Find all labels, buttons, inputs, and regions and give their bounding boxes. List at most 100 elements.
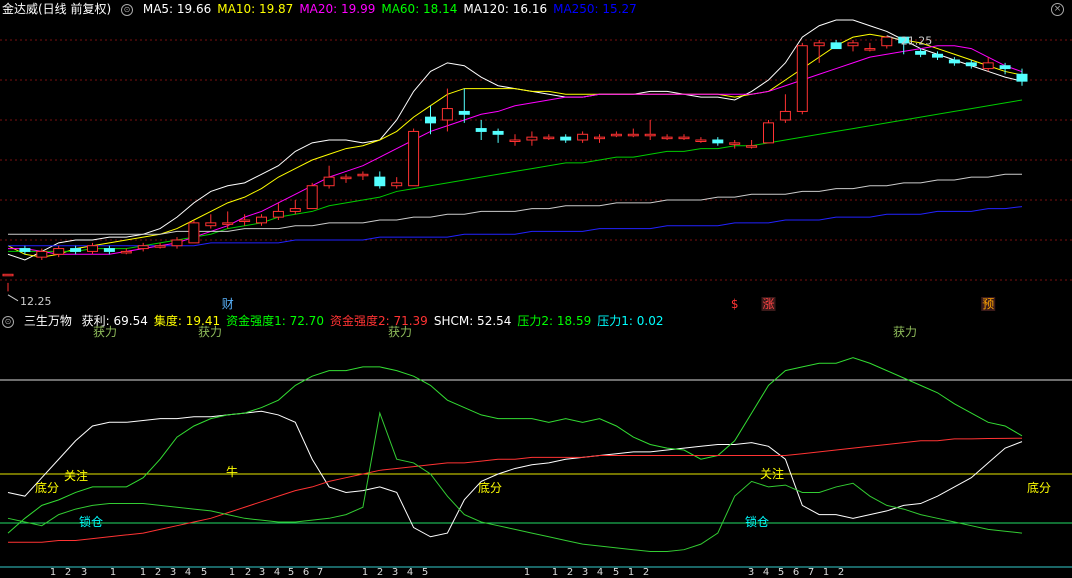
sequence-counter-3: 1 — [110, 567, 116, 578]
candle-body — [830, 42, 842, 50]
signal-annotation-7: 底分 — [478, 480, 502, 495]
candle-body — [340, 176, 352, 180]
sequence-counter-6: 3 — [170, 567, 176, 578]
sequence-counter-34: 1 — [823, 567, 829, 578]
candle-body — [695, 139, 707, 142]
low-price-label: 12.25 — [20, 295, 52, 308]
sequence-counter-21: 1 — [524, 567, 530, 578]
candle-body — [53, 248, 65, 255]
sequence-counter-9: 1 — [229, 567, 235, 578]
indicator-line-2 — [8, 437, 1023, 543]
high-price-label: 21.25 — [901, 35, 933, 48]
sequence-counter-13: 5 — [288, 567, 294, 578]
candle-body — [509, 139, 521, 142]
indicator-line-1 — [7, 357, 1023, 534]
candle-body — [627, 133, 639, 137]
signal-annotation-0: 获力 — [93, 325, 117, 339]
signal-annotation-9: 底分 — [1027, 480, 1051, 495]
ma-line-ma20 — [8, 45, 1023, 255]
candle-body — [256, 216, 267, 224]
signal-annotation-8: 关注 — [760, 466, 784, 481]
candle-body — [746, 145, 758, 148]
signal-annotation-5: 底分 — [35, 480, 59, 495]
candle-body — [323, 176, 335, 187]
sequence-counter-7: 4 — [185, 567, 191, 578]
candle-body — [932, 53, 943, 58]
candle-body — [864, 48, 876, 51]
candle-body — [171, 239, 183, 247]
candle-body — [712, 139, 724, 144]
candle-body — [458, 110, 470, 115]
sequence-counter-12: 4 — [274, 567, 280, 578]
candle-body — [205, 222, 217, 227]
sequence-counter-16: 1 — [362, 567, 368, 578]
candle-body — [408, 130, 420, 187]
candle-body — [948, 59, 960, 64]
candle-body — [594, 136, 605, 140]
candle-body — [543, 136, 555, 140]
signal-annotation-11: 锁仓 — [745, 514, 769, 529]
signal-annotation-3: 获力 — [893, 325, 917, 339]
candle-body — [526, 136, 538, 141]
candle-body — [999, 65, 1011, 70]
sequence-counter-5: 2 — [155, 567, 161, 578]
candle-body — [357, 173, 369, 177]
candle-body — [560, 136, 572, 141]
candle-body — [577, 133, 589, 141]
candle-body — [103, 248, 115, 252]
event-marker-0: 财 — [222, 297, 234, 311]
candle-body — [779, 110, 791, 121]
signal-annotation-4: 关注 — [64, 468, 88, 483]
sequence-counter-17: 2 — [377, 567, 383, 578]
sequence-counter-33: 7 — [808, 567, 814, 578]
candle-body — [847, 42, 859, 47]
event-marker-2: 涨 — [762, 296, 774, 311]
candle-body — [661, 136, 673, 140]
candle-body — [1016, 73, 1028, 82]
candle-body — [137, 245, 149, 250]
sequence-counter-8: 5 — [201, 567, 207, 578]
sequence-counter-18: 3 — [392, 567, 398, 578]
stock-chart[interactable]: 21.2512.25 财 $ 涨预获力 获力 获力 获力关注底分牛底分关注底分锁仓 锁仓1 2 3… — [0, 0, 1072, 578]
sequence-counter-25: 4 — [597, 567, 603, 578]
signal-annotation-1: 获力 — [198, 325, 222, 339]
candle-body — [678, 136, 690, 140]
candle-body — [70, 248, 82, 252]
ma-line-ma120 — [8, 173, 1022, 235]
candle-body — [425, 116, 436, 124]
sequence-counter-24: 3 — [582, 567, 588, 578]
candle-body — [982, 62, 994, 70]
signal-annotation-10: 锁仓 — [79, 514, 103, 529]
sequence-counter-32: 6 — [793, 567, 799, 578]
event-marker-1: $ — [731, 297, 739, 311]
signal-annotation-6: 牛 — [226, 464, 238, 479]
sequence-counter-15: 7 — [317, 567, 323, 578]
sequence-counter-31: 5 — [778, 567, 784, 578]
sequence-counter-2: 3 — [81, 567, 87, 578]
sequence-counter-20: 5 — [422, 567, 428, 578]
candle-body — [120, 250, 132, 254]
candle-body — [796, 45, 808, 112]
candle-body — [610, 133, 622, 137]
candle-body — [2, 273, 14, 277]
candle-body — [154, 245, 166, 248]
low-pointer — [7, 294, 19, 302]
signal-annotation-2: 获力 — [388, 325, 412, 339]
sequence-counter-22: 1 — [552, 567, 558, 578]
candle-body — [289, 208, 301, 212]
sequence-counter-10: 2 — [245, 567, 251, 578]
candle-body — [391, 182, 403, 187]
candle-body — [915, 50, 927, 55]
candle-body — [272, 210, 284, 218]
candle-body — [763, 122, 774, 144]
sequence-counter-23: 2 — [567, 567, 573, 578]
candle-body — [965, 62, 977, 67]
sequence-counter-11: 3 — [259, 567, 265, 578]
sequence-counter-30: 4 — [763, 567, 769, 578]
ma-line-ma10 — [7, 33, 1023, 258]
sequence-counter-19: 4 — [407, 567, 413, 578]
sequence-counter-1: 2 — [65, 567, 71, 578]
candle-body — [644, 133, 656, 137]
candle-body — [87, 245, 98, 252]
candle-body — [441, 108, 453, 121]
